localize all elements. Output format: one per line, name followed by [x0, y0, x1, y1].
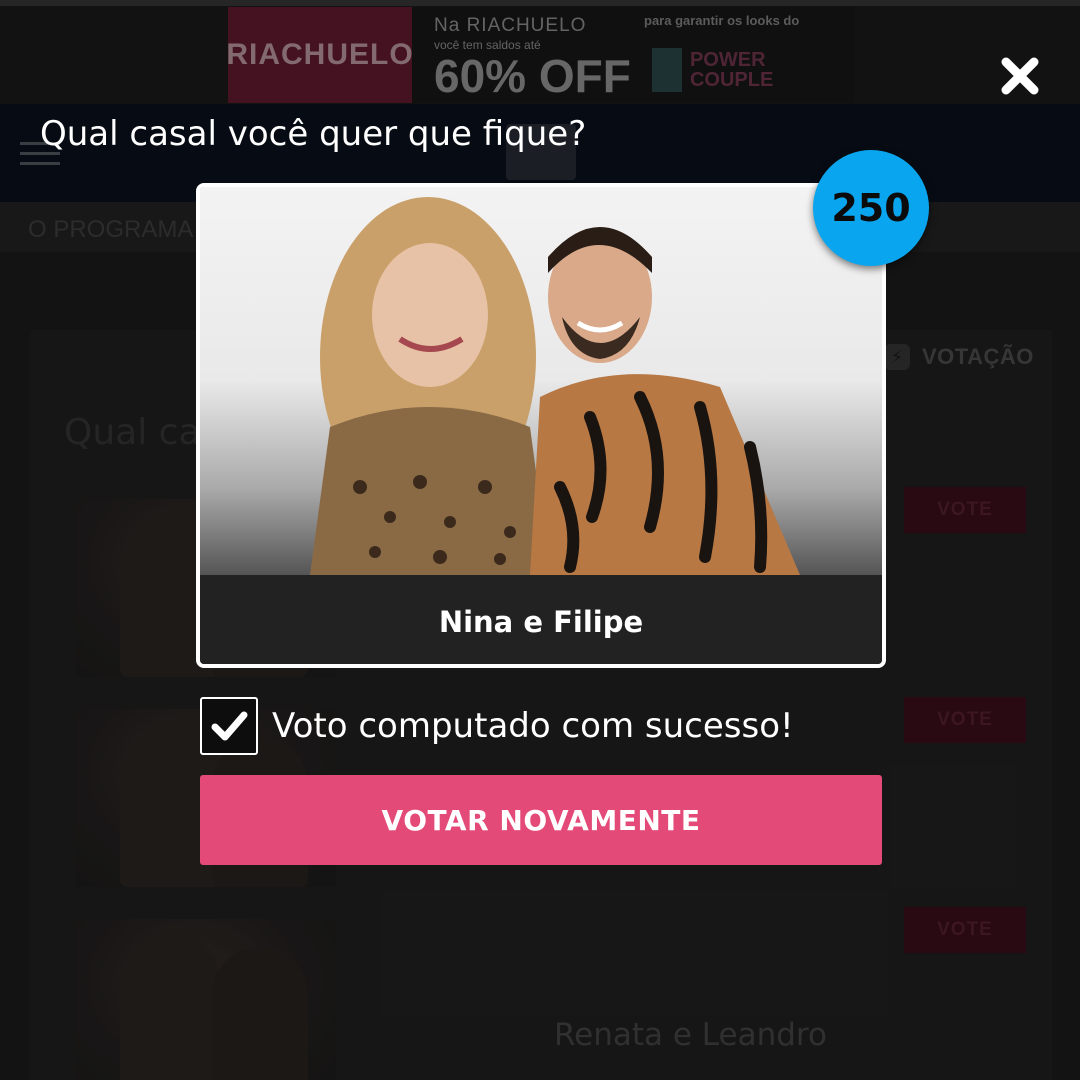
close-icon [1001, 57, 1039, 95]
couple-photo-illustration [200, 187, 882, 575]
couple-photo [200, 187, 882, 575]
modal-title: Qual casal você quer que fique? [40, 114, 587, 154]
success-message: Voto computado com sucesso! [272, 706, 794, 746]
checkmark-icon [211, 711, 248, 741]
success-message-row: Voto computado com sucesso! [200, 697, 794, 755]
vote-again-button[interactable]: VOTAR NOVAMENTE [200, 775, 882, 865]
vote-count-badge: 250 [813, 150, 929, 266]
close-button[interactable] [996, 52, 1044, 100]
selected-couple-card: Nina e Filipe [196, 183, 886, 668]
success-checkbox [200, 697, 258, 755]
selected-couple-name: Nina e Filipe [200, 575, 882, 664]
